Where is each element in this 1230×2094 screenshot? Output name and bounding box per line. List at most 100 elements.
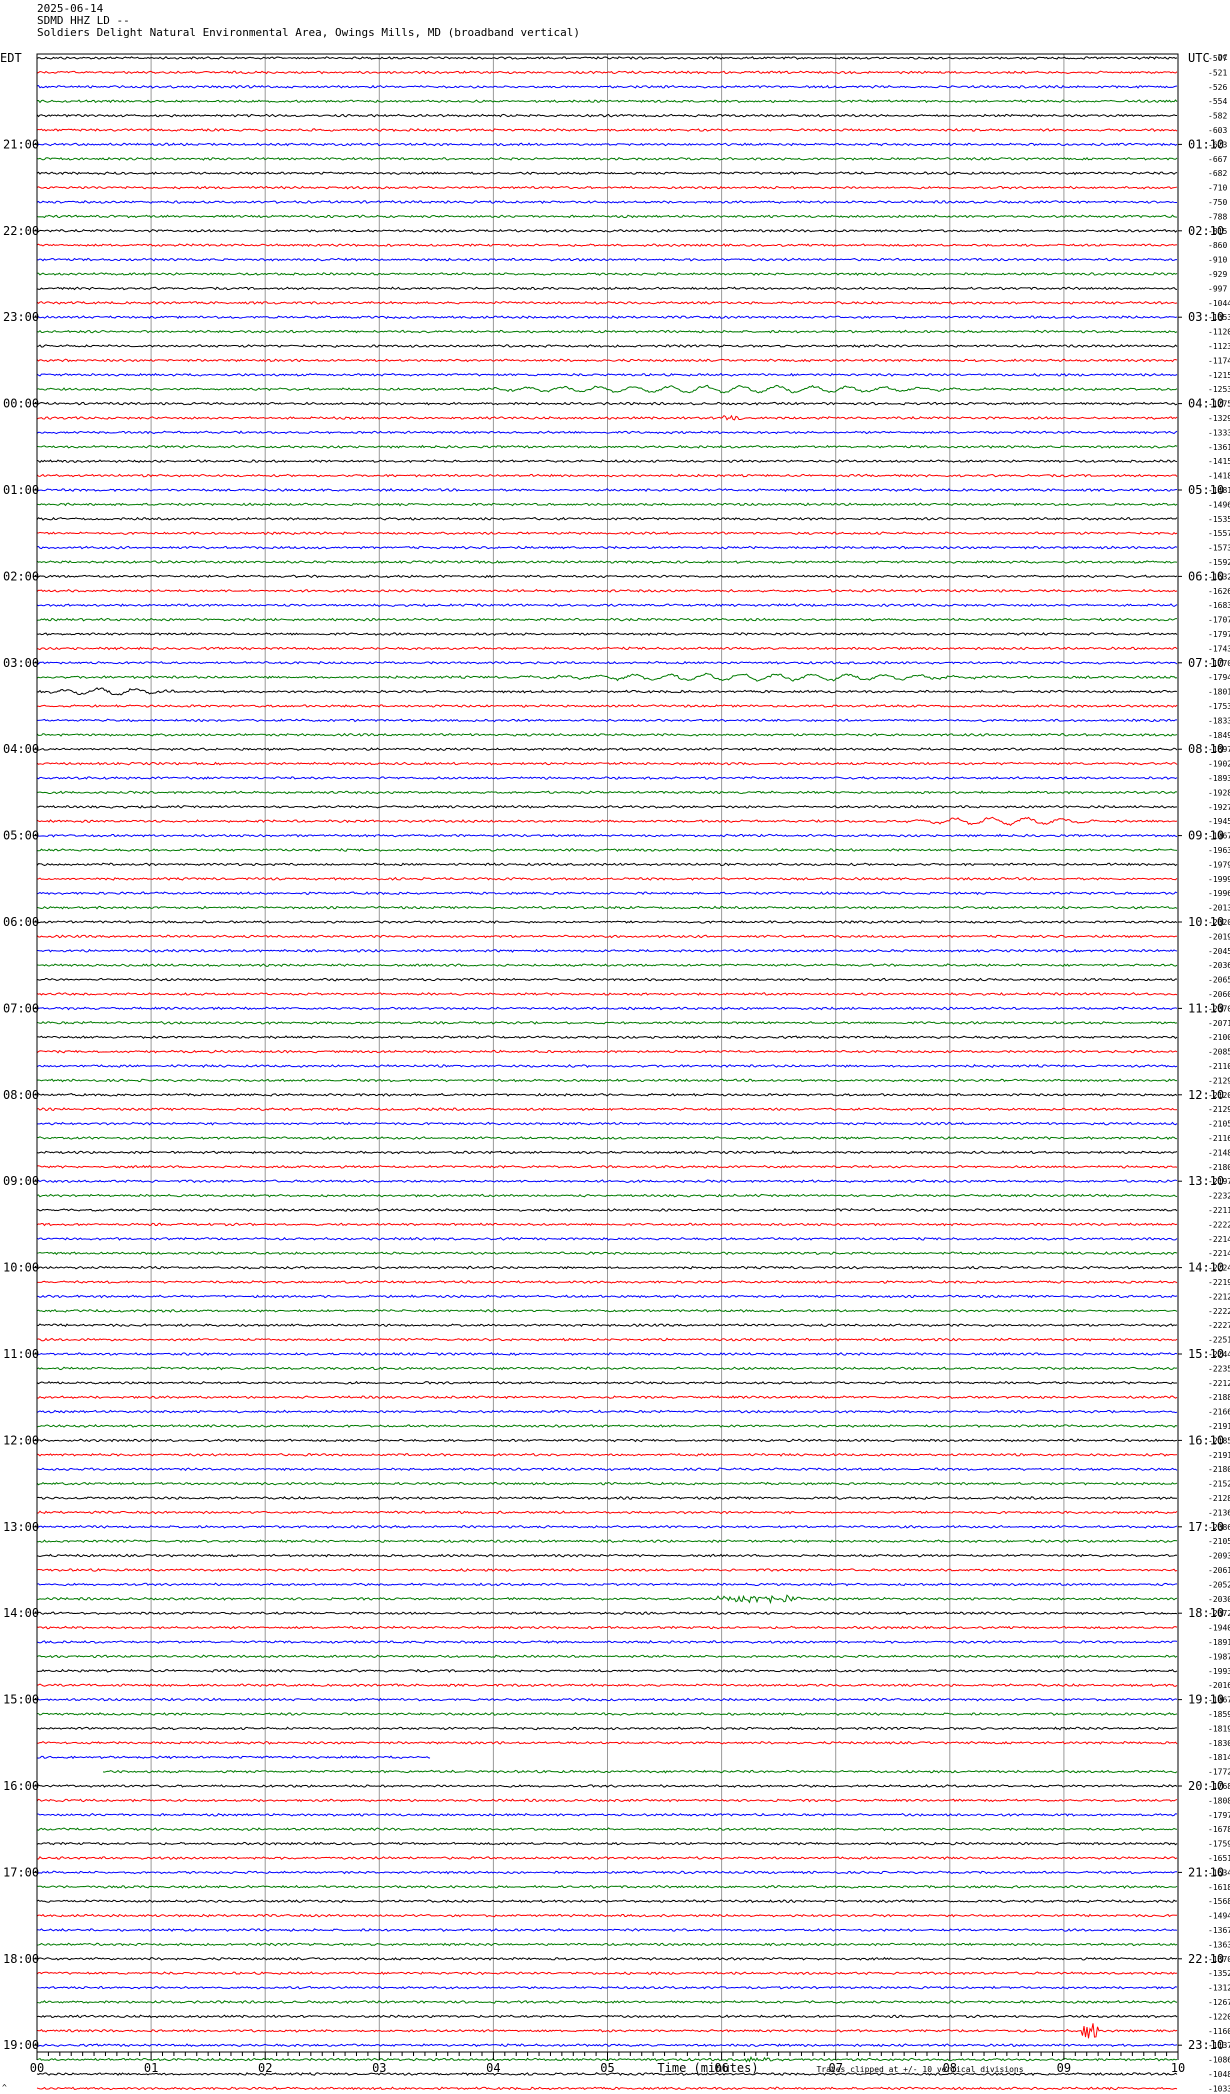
dc-offset-label: -1819 xyxy=(1208,1724,1230,1733)
dc-offset-label: -1808 xyxy=(1208,1796,1230,1805)
dc-offset-label: -1481 xyxy=(1208,486,1230,495)
dc-offset-label: -1928 xyxy=(1208,788,1230,797)
dc-offset-label: -682 xyxy=(1208,169,1227,178)
dc-offset-label: -1568 xyxy=(1208,1897,1230,1906)
dc-offset-label: -1967 xyxy=(1208,1696,1230,1705)
dc-offset-label: -1996 xyxy=(1208,889,1230,898)
dc-offset-label: -2219 xyxy=(1208,1278,1230,1287)
dc-offset-label: -1496 xyxy=(1208,500,1230,509)
dc-offset-label: -2244 xyxy=(1208,1350,1230,1359)
dc-offset-label: -1814 xyxy=(1208,1753,1230,1762)
dc-offset-label: -910 xyxy=(1208,256,1227,265)
dc-offset-label: -2060 xyxy=(1208,990,1230,999)
dc-offset-label: -2020 xyxy=(1208,918,1230,927)
dc-offset-label: -1993 xyxy=(1208,1667,1230,1676)
dc-offset-label: -1683 xyxy=(1208,601,1230,610)
dc-offset-label: -1174 xyxy=(1208,356,1230,365)
dc-offset-label: -2052 xyxy=(1208,1580,1230,1589)
x-tick-label: 02 xyxy=(258,2061,272,2075)
dc-offset-label: -2030 xyxy=(1208,1595,1230,1604)
dc-offset-label: -2045 xyxy=(1208,947,1230,956)
utc-label: UTC xyxy=(1188,51,1210,65)
trace-line xyxy=(102,1769,1178,1774)
dc-offset-label: -1893 xyxy=(1208,774,1230,783)
dc-offset-label: -1772 xyxy=(1208,1768,1230,1777)
dc-offset-label: -1897 xyxy=(1208,745,1230,754)
x-tick-label: 09 xyxy=(1057,2061,1071,2075)
dc-offset-label: -1967 xyxy=(1208,832,1230,841)
dc-offset-label: -1945 xyxy=(1208,817,1230,826)
dc-offset-label: -1535 xyxy=(1208,515,1230,524)
dc-offset-label: -1352 xyxy=(1208,1969,1230,1978)
dc-offset-label: -2036 xyxy=(1208,961,1230,970)
x-tick-label: 01 xyxy=(144,2061,158,2075)
x-tick-label: 04 xyxy=(486,2061,500,2075)
trace-line xyxy=(36,2086,1178,2091)
dc-offset-label: -2148 xyxy=(1208,1148,1230,1157)
dc-offset-label: -1768 xyxy=(1208,1782,1230,1791)
dc-offset-label: -1770 xyxy=(1208,659,1230,668)
dc-offset-label: -1859 xyxy=(1208,1710,1230,1719)
dc-offset-label: -623 xyxy=(1208,140,1227,149)
dc-offset-label: -1312 xyxy=(1208,1984,1230,1993)
grid-lines xyxy=(150,54,1065,2052)
dc-offset-label: -1557 xyxy=(1208,529,1230,538)
dc-offset-label: -1044 xyxy=(1208,299,1230,308)
dc-offset-label: -1963 xyxy=(1208,846,1230,855)
dc-offset-label: -2061 xyxy=(1208,1566,1230,1575)
dc-offset-label: -1048 xyxy=(1208,2070,1230,2079)
dc-offset-label: -2235 xyxy=(1208,1364,1230,1373)
dc-offset-label: -2071 xyxy=(1208,1019,1230,1028)
dc-label: DC xyxy=(1218,53,1228,62)
dc-offset-label: -1160 xyxy=(1208,2027,1230,2036)
dc-offset-label: -2214 xyxy=(1208,1235,1230,1244)
dc-offset-label: -2191 xyxy=(1208,1422,1230,1431)
dc-offset-label: -1215 xyxy=(1208,371,1230,380)
dc-offset-label: -2222 xyxy=(1208,1220,1230,1229)
dc-offset-label: -1361 xyxy=(1208,443,1230,452)
dc-offset-label: -1794 xyxy=(1208,673,1230,682)
dc-offset-label: -526 xyxy=(1208,83,1227,92)
dc-offset-label: -2070 xyxy=(1208,1004,1230,1013)
dc-offset-label: -2105 xyxy=(1208,1120,1230,1129)
dc-offset-label: -750 xyxy=(1208,198,1227,207)
dc-offset-label: -1830 xyxy=(1208,1739,1230,1748)
dc-offset-label: -788 xyxy=(1208,212,1227,221)
dc-offset-label: -1753 xyxy=(1208,702,1230,711)
dc-offset-label: -521 xyxy=(1208,68,1227,77)
dc-offset-label: -2222 xyxy=(1208,1307,1230,1316)
dc-offset-label: -1333 xyxy=(1208,428,1230,437)
dc-offset-label: -2093 xyxy=(1208,1552,1230,1561)
x-tick-label: 03 xyxy=(372,2061,386,2075)
dc-offset-label: -2188 xyxy=(1208,1393,1230,1402)
dc-offset-label: -2212 xyxy=(1208,1292,1230,1301)
dc-offset-label: -1367 xyxy=(1208,1926,1230,1935)
dc-offset-label: -2211 xyxy=(1208,1206,1230,1215)
dc-offset-label: -1137 xyxy=(1208,2041,1230,2050)
dc-offset-label: -929 xyxy=(1208,270,1227,279)
dc-offset-labels: -507-521-526-554-582-603-623-667-682-710… xyxy=(1208,54,1230,2093)
dc-offset-label: -710 xyxy=(1208,184,1227,193)
dc-offset-label: -2185 xyxy=(1208,1436,1230,1445)
x-tick-label: 10 xyxy=(1171,2061,1185,2075)
dc-offset-label: -2212 xyxy=(1208,1379,1230,1388)
dc-offset-label: -2180 xyxy=(1208,1163,1230,1172)
dc-offset-label: -2224 xyxy=(1208,1264,1230,1273)
dc-offset-label: -1573 xyxy=(1208,544,1230,553)
dc-offset-label: -1797 xyxy=(1208,1811,1230,1820)
dc-offset-label: -1927 xyxy=(1208,803,1230,812)
dc-offset-label: -2128 xyxy=(1208,1494,1230,1503)
dc-offset-label: -2120 xyxy=(1208,1091,1230,1100)
edt-hour-labels: 21:0022:0023:0000:0001:0002:0003:0004:00… xyxy=(3,137,39,2052)
dc-offset-label: -1797 xyxy=(1208,630,1230,639)
dc-offset-label: -2013 xyxy=(1208,904,1230,913)
dc-offset-label: -2129 xyxy=(1208,1076,1230,1085)
dc-offset-label: -2214 xyxy=(1208,1249,1230,1258)
dc-offset-label: -2100 xyxy=(1208,1033,1230,1042)
dc-offset-label: -1678 xyxy=(1208,1825,1230,1834)
x-axis-label: Time (minutes) xyxy=(657,2061,758,2075)
dc-offset-label: -1632 xyxy=(1208,572,1230,581)
dc-offset-label: -1940 xyxy=(1208,1624,1230,1633)
dc-offset-label: -1415 xyxy=(1208,457,1230,466)
dc-offset-label: -2105 xyxy=(1208,1537,1230,1546)
